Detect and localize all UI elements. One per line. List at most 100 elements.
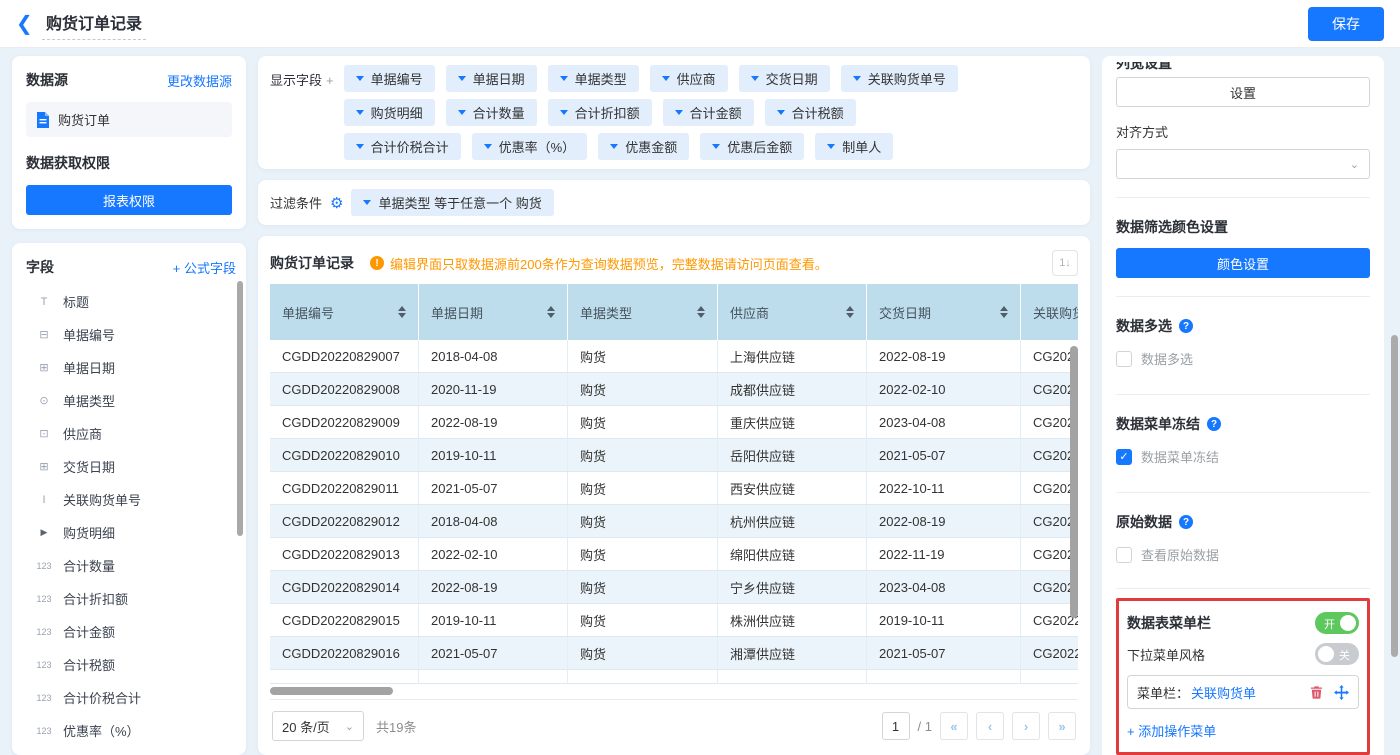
first-page-button[interactable]: « bbox=[940, 712, 968, 740]
sort-arrows-icon[interactable] bbox=[547, 306, 555, 318]
back-chevron-icon[interactable]: ❮ bbox=[16, 14, 42, 34]
table-cell bbox=[568, 670, 718, 684]
add-action-menu-link[interactable]: + 添加操作菜单 bbox=[1127, 721, 1359, 740]
display-field-tag[interactable]: 优惠后金额 bbox=[700, 133, 804, 160]
table-row[interactable]: CGDD202208290112021-05-07购货西安供应链2022-10-… bbox=[270, 472, 1078, 505]
menubar-item-row[interactable]: 菜单栏： 关联购货单 bbox=[1127, 675, 1359, 709]
color-settings-button[interactable]: 颜色设置 bbox=[1116, 248, 1370, 278]
field-item[interactable]: ⊟单据编号 bbox=[26, 318, 236, 351]
field-item[interactable]: 123优惠率（%） bbox=[26, 714, 236, 747]
display-field-tag[interactable]: 合计数量 bbox=[446, 99, 537, 126]
table-row[interactable]: CGDD202208290122018-04-08购货杭州供应链2022-08-… bbox=[270, 505, 1078, 538]
field-item[interactable]: ▶购货明细 bbox=[26, 516, 236, 549]
datasource-item[interactable]: 购货订单 bbox=[26, 102, 232, 137]
field-item[interactable]: 123优惠金额 bbox=[26, 747, 236, 755]
gear-icon[interactable]: ⚙ bbox=[330, 194, 343, 212]
multi-select-checkbox-row[interactable]: 数据多选 bbox=[1116, 349, 1370, 368]
sort-arrows-icon[interactable] bbox=[398, 306, 406, 318]
add-display-field-button[interactable]: + bbox=[326, 73, 334, 88]
table-row[interactable]: CGDD202208290142022-08-19购货宁乡供应链2023-04-… bbox=[270, 571, 1078, 604]
table-row[interactable]: CGDD202208290082020-11-19购货成都供应链2022-02-… bbox=[270, 373, 1078, 406]
column-header[interactable]: 交货日期 bbox=[867, 284, 1021, 340]
window-scrollbar-thumb[interactable] bbox=[1391, 335, 1398, 657]
report-permission-button[interactable]: 报表权限 bbox=[26, 185, 232, 215]
field-item[interactable]: ⊞交货日期 bbox=[26, 450, 236, 483]
checkbox-unchecked-icon[interactable] bbox=[1116, 351, 1132, 367]
sort-order-button[interactable]: 1↓ bbox=[1052, 250, 1078, 276]
table-row[interactable]: CGDD202208290162021-05-07购货湘潭供应链2021-05-… bbox=[270, 637, 1078, 670]
display-field-tag[interactable]: 制单人 bbox=[815, 133, 893, 160]
display-field-tag[interactable]: 单据类型 bbox=[548, 65, 639, 92]
dropdown-style-toggle-off[interactable]: 关 bbox=[1315, 643, 1359, 665]
field-item[interactable]: 123合计价税合计 bbox=[26, 681, 236, 714]
table-row[interactable]: CGDD202208290132022-02-10购货绵阳供应链2022-11-… bbox=[270, 538, 1078, 571]
menubar-toggle-on[interactable]: 开 bbox=[1315, 612, 1359, 634]
page-size-select[interactable]: 20 条/页 ⌄ bbox=[272, 711, 364, 741]
table-row[interactable]: CGDD202208290152019-10-11购货株洲供应链2019-10-… bbox=[270, 604, 1078, 637]
field-item[interactable]: T标题 bbox=[26, 285, 236, 318]
checkbox-checked-icon[interactable]: ✓ bbox=[1116, 449, 1132, 465]
column-header[interactable]: 供应商 bbox=[718, 284, 867, 340]
filter-condition-tag[interactable]: 单据类型 等于任意一个 购货 bbox=[351, 189, 553, 216]
display-field-tag[interactable]: 优惠率（%） bbox=[472, 133, 588, 160]
sort-arrows-icon[interactable] bbox=[1000, 306, 1008, 318]
next-page-button[interactable]: › bbox=[1012, 712, 1040, 740]
help-icon[interactable]: ? bbox=[1207, 417, 1221, 431]
display-field-tag[interactable]: 优惠金额 bbox=[598, 133, 689, 160]
page-number-input[interactable] bbox=[882, 712, 910, 740]
table-horizontal-scrollbar-thumb[interactable] bbox=[270, 687, 393, 695]
field-item[interactable]: 123合计折扣额 bbox=[26, 582, 236, 615]
table-row[interactable]: CGDD202208290072018-04-08购货上海供应链2022-08-… bbox=[270, 340, 1078, 373]
settings-button[interactable]: 设置 bbox=[1116, 77, 1370, 107]
menubar-item-value[interactable]: 关联购货单 bbox=[1191, 683, 1256, 702]
page-title: 购货订单记录 bbox=[42, 8, 146, 40]
display-field-tag[interactable]: 合计价税合计 bbox=[344, 133, 461, 160]
table-row[interactable]: CGDD202208290092022-08-19购货重庆供应链2023-04-… bbox=[270, 406, 1078, 439]
field-item[interactable]: 123合计数量 bbox=[26, 549, 236, 582]
sort-arrows-icon[interactable] bbox=[846, 306, 854, 318]
column-header[interactable]: 单据类型 bbox=[568, 284, 718, 340]
move-icon[interactable] bbox=[1334, 685, 1349, 700]
raw-data-checkbox-row[interactable]: 查看原始数据 bbox=[1116, 545, 1370, 564]
checkbox-unchecked-icon[interactable] bbox=[1116, 547, 1132, 563]
display-field-tag[interactable]: 合计折扣额 bbox=[548, 99, 652, 126]
fields-scrollbar-thumb[interactable] bbox=[237, 281, 243, 536]
preview-warning: ! 编辑界面只取数据源前200条作为查询数据预览，完整数据请访问页面查看。 bbox=[370, 254, 828, 273]
help-icon[interactable]: ? bbox=[1179, 319, 1193, 333]
display-field-tag[interactable]: 合计税额 bbox=[765, 99, 856, 126]
trash-icon[interactable] bbox=[1309, 685, 1324, 700]
column-header[interactable]: 单据日期 bbox=[419, 284, 568, 340]
table-card: 购货订单记录 ! 编辑界面只取数据源前200条作为查询数据预览，完整数据请访问页… bbox=[258, 236, 1090, 755]
save-button[interactable]: 保存 bbox=[1308, 7, 1384, 41]
display-field-tag[interactable]: 单据编号 bbox=[344, 65, 435, 92]
change-datasource-link[interactable]: 更改数据源 bbox=[167, 71, 232, 90]
field-item[interactable]: 123合计税额 bbox=[26, 648, 236, 681]
sort-arrows-icon[interactable] bbox=[697, 306, 705, 318]
add-formula-field-link[interactable]: + 公式字段 bbox=[173, 258, 236, 277]
field-item[interactable]: 123合计金额 bbox=[26, 615, 236, 648]
field-item[interactable]: ⊙单据类型 bbox=[26, 384, 236, 417]
field-item[interactable]: I关联购货单号 bbox=[26, 483, 236, 516]
table-cell: 湘潭供应链 bbox=[718, 637, 867, 670]
table-vertical-scrollbar-thumb[interactable] bbox=[1070, 346, 1078, 618]
column-header-label: 交货日期 bbox=[879, 303, 931, 322]
prev-page-button[interactable]: ‹ bbox=[976, 712, 1004, 740]
display-field-tag[interactable]: 合计金额 bbox=[663, 99, 754, 126]
display-field-tag[interactable]: 交货日期 bbox=[739, 65, 830, 92]
align-select[interactable]: ⌄ bbox=[1116, 149, 1370, 179]
display-field-tag[interactable]: 供应商 bbox=[650, 65, 728, 92]
column-header[interactable]: 关联购货 bbox=[1021, 284, 1078, 340]
table-cell: 重庆供应链 bbox=[718, 406, 867, 439]
caret-down-icon bbox=[458, 76, 466, 81]
table-header-row: 单据编号单据日期单据类型供应商交货日期 关联购货 bbox=[270, 284, 1078, 340]
display-field-tag[interactable]: 单据日期 bbox=[446, 65, 537, 92]
column-header[interactable]: 单据编号 bbox=[270, 284, 419, 340]
field-item[interactable]: ⊡供应商 bbox=[26, 417, 236, 450]
menu-freeze-checkbox-row[interactable]: ✓ 数据菜单冻结 bbox=[1116, 447, 1370, 466]
last-page-button[interactable]: » bbox=[1048, 712, 1076, 740]
display-field-tag[interactable]: 购货明细 bbox=[344, 99, 435, 126]
table-row[interactable]: CGDD202208290102019-10-11购货岳阳供应链2021-05-… bbox=[270, 439, 1078, 472]
display-field-tag[interactable]: 关联购货单号 bbox=[841, 65, 958, 92]
field-item[interactable]: ⊞单据日期 bbox=[26, 351, 236, 384]
help-icon[interactable]: ? bbox=[1179, 515, 1193, 529]
